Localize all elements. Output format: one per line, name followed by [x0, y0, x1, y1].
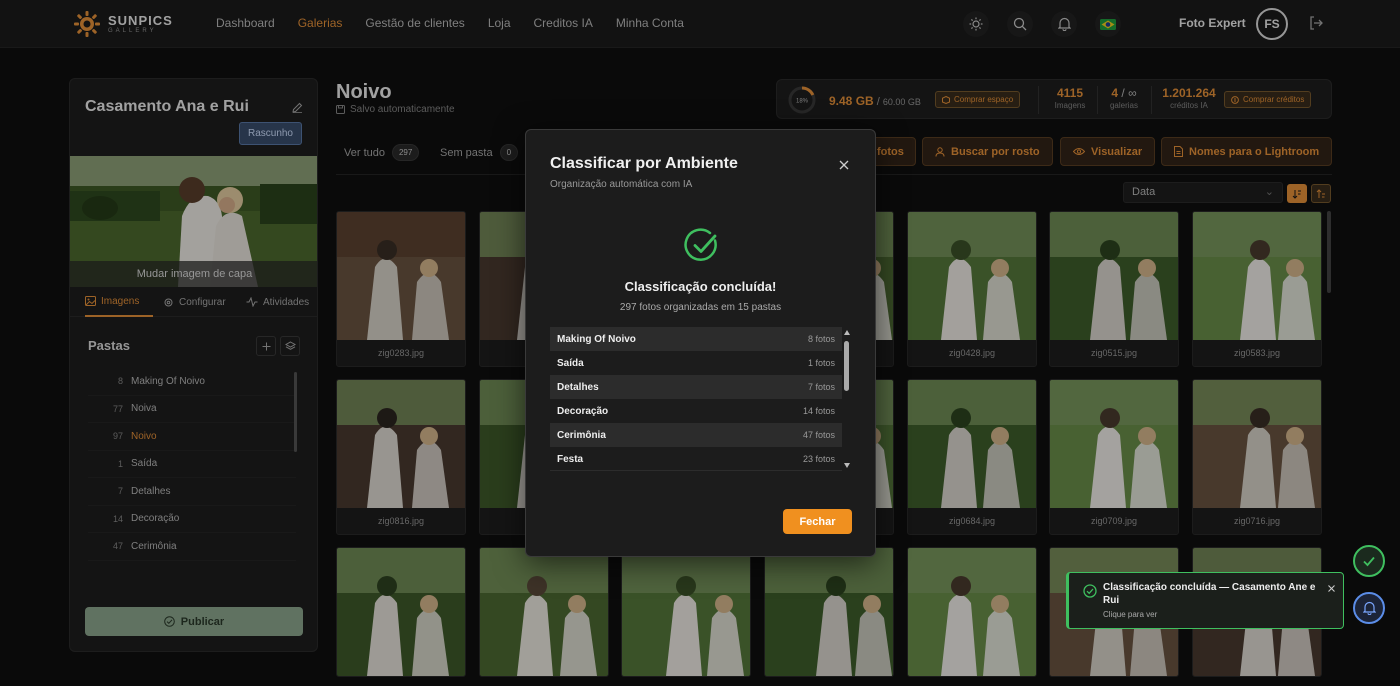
close-icon [1328, 585, 1335, 592]
bell-icon [1362, 601, 1376, 615]
notification-fab[interactable] [1353, 592, 1385, 624]
toast-close-button[interactable] [1328, 579, 1335, 597]
success-check-icon [684, 228, 717, 261]
done-subtitle: 297 fotos organizadas em 15 pastas [619, 302, 782, 313]
modal-title: Classificar por Ambiente [550, 155, 738, 172]
toast-notification[interactable]: Classificação concluída — Casamento Ane … [1066, 572, 1344, 629]
toast-subtitle: Clique para ver [1103, 610, 1158, 619]
check-circle-icon [1083, 584, 1097, 598]
tasks-done-button[interactable] [1353, 545, 1385, 577]
result-row: Cerimônia 47 fotos [550, 423, 842, 447]
close-icon [839, 160, 849, 170]
result-row: Decoração 14 fotos [557, 405, 835, 417]
toast-title: Classificação concluída — Casamento Ane … [1103, 582, 1316, 606]
result-row: Detalhes 7 fotos [550, 375, 842, 399]
done-title: Classificação concluída! [624, 279, 777, 294]
classify-modal: Classificar por Ambiente Organização aut… [525, 129, 876, 557]
result-row: Making Of Noivo 8 fotos [550, 327, 842, 351]
close-button[interactable] [839, 157, 849, 175]
modal-subtitle: Organização automática com IA [550, 179, 693, 190]
result-row: Saída 1 fotos [557, 357, 835, 369]
check-icon [1363, 556, 1375, 567]
close-modal-button[interactable]: Fechar [783, 509, 852, 534]
scroll-thumb[interactable] [844, 341, 849, 391]
results-list: Making Of Noivo 8 fotos Saída 1 fotos Deta… [550, 327, 842, 471]
result-row: Festa 23 fotos [557, 453, 835, 465]
